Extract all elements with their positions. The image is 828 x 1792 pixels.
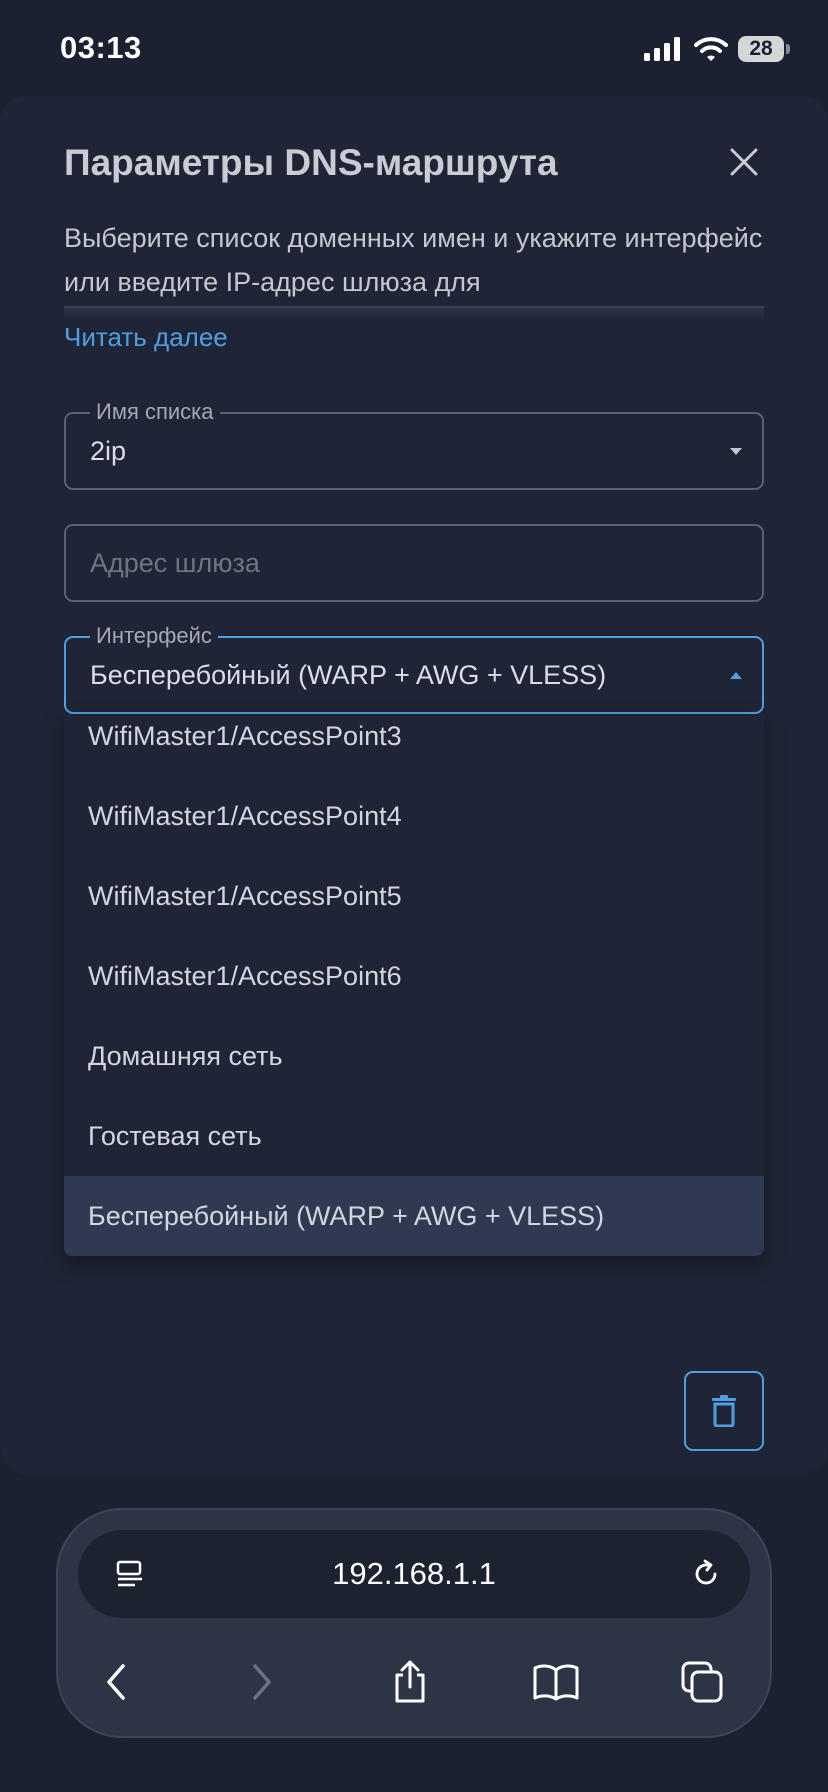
dropdown-option[interactable]: WifiMaster1/AccessPoint3 [64, 714, 764, 776]
list-name-label: Имя списка [90, 399, 220, 425]
back-button[interactable] [86, 1652, 146, 1712]
tabs-button[interactable] [672, 1652, 732, 1712]
dropdown-option[interactable]: WifiMaster1/AccessPoint4 [64, 776, 764, 856]
dropdown-option[interactable]: Гостевая сеть [64, 1096, 764, 1176]
description-fade [64, 306, 764, 322]
share-button[interactable] [380, 1652, 440, 1712]
interface-select[interactable]: Интерфейс Бесперебойный (WARP + AWG + VL… [64, 623, 764, 714]
status-bar: 03:13 28 [0, 0, 828, 96]
url-text: 192.168.1.1 [332, 1556, 496, 1591]
read-more-link[interactable]: Читать далее [64, 322, 228, 353]
list-name-value: 2ip [90, 436, 127, 466]
dropdown-option[interactable]: WifiMaster1/AccessPoint5 [64, 856, 764, 936]
battery-level: 28 [738, 36, 784, 62]
gateway-address-input[interactable]: Адрес шлюза [64, 524, 764, 602]
reload-icon[interactable] [686, 1554, 726, 1594]
chevron-down-icon [730, 448, 742, 455]
forward-button[interactable] [232, 1652, 292, 1712]
dropdown-option-selected[interactable]: Бесперебойный (WARP + AWG + VLESS) [64, 1176, 764, 1256]
close-button[interactable] [724, 142, 764, 182]
status-icons: 28 [644, 34, 790, 64]
signal-icon [644, 37, 680, 61]
bookmarks-button[interactable] [526, 1652, 586, 1712]
status-time: 03:13 [60, 30, 142, 65]
interface-dropdown: WifiMaster1/AccessPoint3 WifiMaster1/Acc… [64, 714, 764, 1256]
dialog-description: Выберите список доменных имен и укажите … [64, 223, 763, 297]
dialog-title: Параметры DNS-маршрута [64, 142, 558, 183]
dropdown-option[interactable]: Домашняя сеть [64, 1016, 764, 1096]
delete-button[interactable] [684, 1371, 764, 1451]
wifi-icon [694, 37, 728, 61]
interface-value: Бесперебойный (WARP + AWG + VLESS) [90, 660, 607, 690]
list-name-select[interactable]: Имя списка 2ip [64, 399, 764, 490]
trash-icon [712, 1395, 736, 1427]
dropdown-option[interactable]: WifiMaster1/AccessPoint6 [64, 936, 764, 1016]
address-bar[interactable]: 192.168.1.1 [78, 1530, 750, 1618]
battery-icon: 28 [738, 36, 790, 62]
share-icon [395, 1660, 425, 1703]
chevron-up-icon [730, 672, 742, 679]
interface-label: Интерфейс [90, 623, 218, 649]
browser-toolbar: 192.168.1.1 [56, 1508, 772, 1738]
book-icon [533, 1664, 579, 1701]
close-icon [730, 148, 758, 176]
tabs-icon [681, 1661, 723, 1703]
chevron-left-icon [107, 1664, 125, 1700]
gateway-address-placeholder: Адрес шлюза [90, 548, 260, 578]
chevron-right-icon [253, 1664, 271, 1700]
